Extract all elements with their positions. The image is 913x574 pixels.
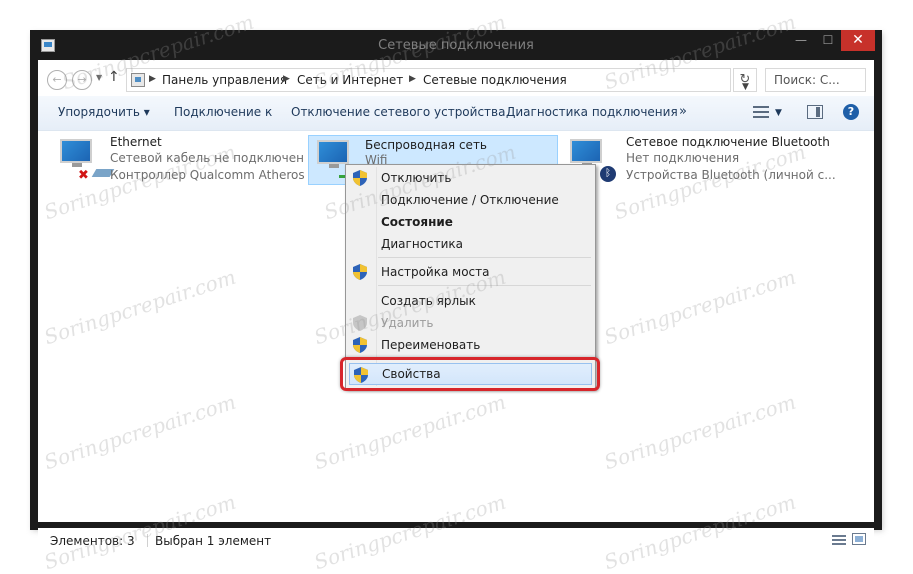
connection-status: Сетевой кабель не подключен [110, 151, 304, 165]
help-icon[interactable]: ? [843, 104, 859, 120]
organize-button[interactable]: Упорядочить ▾ [58, 105, 150, 119]
connection-name: Ethernet [110, 135, 162, 149]
close-button[interactable]: ✕ [841, 30, 875, 51]
menu-item-disconnect[interactable]: Отключить [346, 167, 595, 189]
maximize-button[interactable]: ☐ [815, 30, 841, 51]
recent-locations-chevron-icon[interactable]: ▼ [96, 73, 102, 82]
large-icons-view-icon[interactable] [852, 533, 866, 545]
connection-device: Контроллер Qualcomm Atheros ... [110, 168, 320, 182]
menu-item-delete: Удалить [346, 312, 595, 334]
connection-device: Устройства Bluetooth (личной с... [626, 168, 836, 182]
breadcrumb-network-connections[interactable]: Сетевые подключения [423, 73, 567, 87]
back-button[interactable]: ← [47, 70, 67, 90]
menu-separator [378, 285, 591, 286]
menu-item-status[interactable]: Состояние [346, 211, 595, 233]
status-divider [147, 534, 148, 547]
search-input[interactable]: Поиск: С... [765, 68, 866, 92]
menu-item-diagnose[interactable]: Диагностика [346, 233, 595, 255]
refresh-button[interactable]: ↻ [733, 68, 757, 92]
item-count: Элементов: 3 [50, 534, 135, 548]
bluetooth-icon: ᛒ [600, 166, 616, 182]
change-view-icon[interactable] [753, 105, 769, 119]
forward-button[interactable]: → [72, 70, 92, 90]
menu-item-bridge[interactable]: Настройка моста [346, 261, 595, 283]
more-commands-chevron-icon[interactable]: » [679, 104, 687, 119]
menu-item-rename[interactable]: Переименовать [346, 334, 595, 356]
breadcrumb-network-internet[interactable]: Сеть и Интернет [297, 73, 403, 87]
list-item-bluetooth[interactable]: ᛒ Сетевое подключение Bluetooth Нет подк… [568, 135, 838, 185]
network-adapter-icon [60, 139, 92, 167]
window-title: Сетевые подключения [378, 38, 534, 53]
disconnected-x-icon: ✖ [78, 168, 89, 183]
breadcrumb-separator-icon[interactable]: ▶ [149, 74, 156, 84]
selection-count: Выбран 1 элемент [155, 534, 272, 548]
breadcrumb[interactable]: ▶ Панель управления ▶ Сеть и Интернет ▶ … [126, 68, 749, 92]
status-bar: Элементов: 3 Выбран 1 элемент [38, 528, 874, 552]
breadcrumb-separator-icon[interactable]: ▶ [283, 74, 290, 84]
title-bar[interactable]: Сетевые подключения — ☐ ✕ [30, 30, 882, 60]
uac-shield-icon [353, 337, 367, 353]
breadcrumb-control-panel[interactable]: Панель управления [162, 73, 287, 87]
command-bar: Упорядочить ▾ Подключение к Отключение с… [38, 96, 874, 131]
list-item-ethernet[interactable]: ✖ Ethernet Сетевой кабель не подключен К… [58, 135, 320, 185]
uac-shield-icon [353, 315, 367, 331]
uac-shield-icon [353, 170, 367, 186]
context-menu: Отключить Подключение / Отключение Состо… [345, 164, 596, 389]
control-panel-icon [131, 73, 145, 87]
connection-name: Беспроводная сеть [365, 138, 488, 152]
properties-highlight-outline [340, 357, 600, 391]
connection-status: Нет подключения [626, 151, 740, 165]
connection-name: Сетевое подключение Bluetooth [626, 135, 830, 149]
uac-shield-icon [353, 264, 367, 280]
menu-item-connect-disconnect[interactable]: Подключение / Отключение [346, 189, 595, 211]
connect-to-button[interactable]: Подключение к [174, 105, 272, 119]
details-view-icon[interactable] [832, 534, 846, 546]
menu-separator [378, 257, 591, 258]
network-adapter-icon [570, 139, 602, 167]
diagnose-connection-button[interactable]: Диагностика подключения [506, 105, 678, 119]
disable-device-button[interactable]: Отключение сетевого устройства [291, 105, 505, 119]
up-button[interactable]: ↑ [108, 69, 120, 85]
minimize-button[interactable]: — [788, 30, 814, 51]
preview-pane-icon[interactable] [807, 105, 823, 119]
menu-item-create-shortcut[interactable]: Создать ярлык [346, 290, 595, 312]
address-bar: ← → ▼ ↑ ▶ Панель управления ▶ Сеть и Инт… [38, 60, 874, 96]
breadcrumb-separator-icon[interactable]: ▶ [409, 74, 416, 84]
search-placeholder: Поиск: С... [774, 73, 840, 87]
network-adapter-icon [317, 140, 349, 168]
view-options-dropdown-icon[interactable]: ▼ [775, 108, 782, 118]
